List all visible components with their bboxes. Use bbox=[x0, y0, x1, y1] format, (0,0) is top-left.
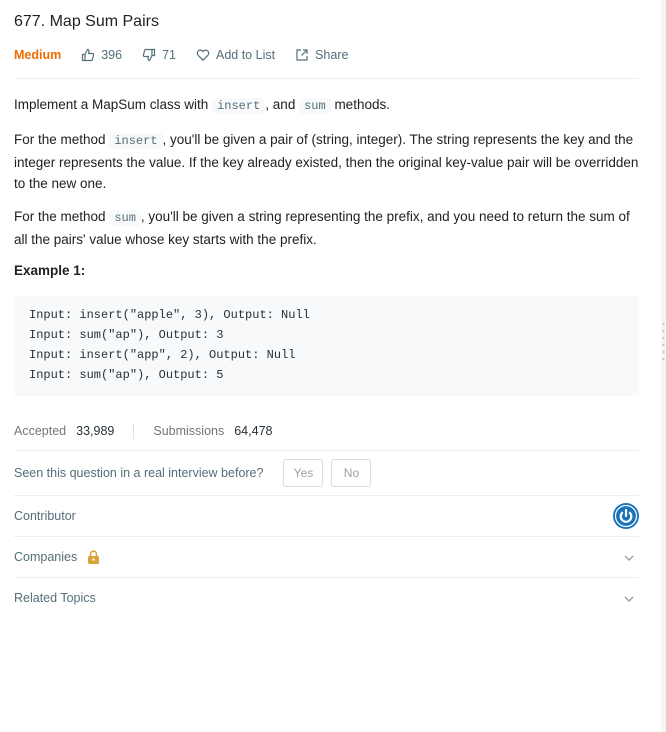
example-line: Input: insert("apple", 3), Output: Null bbox=[29, 308, 310, 322]
contributor-avatar-icon[interactable] bbox=[612, 502, 640, 530]
interview-question: Seen this question in a real interview b… bbox=[14, 466, 264, 480]
inline-code-sum: sum bbox=[299, 98, 331, 114]
interview-divider bbox=[14, 495, 639, 496]
interview-prompt: Seen this question in a real interview b… bbox=[14, 459, 372, 487]
companies-section[interactable]: Companies bbox=[14, 550, 100, 564]
submission-stats: Accepted 33,989 Submissions 64,478 bbox=[14, 422, 272, 440]
submissions-value: 64,478 bbox=[234, 424, 273, 438]
thumbs-up-icon bbox=[82, 48, 95, 62]
like-button[interactable]: 396 bbox=[81, 48, 122, 62]
dislike-count: 71 bbox=[162, 48, 176, 62]
add-to-list-label: Add to List bbox=[216, 48, 276, 62]
difficulty-badge: Medium bbox=[14, 48, 62, 62]
example-line: Input: sum("ap"), Output: 3 bbox=[29, 328, 224, 342]
companies-label: Companies bbox=[14, 550, 78, 564]
problem-meta-bar: Medium 396 71 Add to List Share bbox=[14, 46, 368, 64]
description-text: For the method bbox=[14, 209, 110, 224]
share-label: Share bbox=[315, 48, 349, 62]
stats-separator bbox=[133, 423, 135, 439]
example-line: Input: sum("ap"), Output: 5 bbox=[29, 368, 224, 382]
header-divider bbox=[14, 78, 639, 79]
interview-no-button[interactable]: No bbox=[331, 459, 372, 487]
heart-icon bbox=[196, 49, 210, 62]
related-topics-label: Related Topics bbox=[14, 591, 96, 605]
chevron-down-icon[interactable] bbox=[622, 592, 636, 606]
description-paragraph-3: For the method sum, you'll be given a st… bbox=[14, 206, 639, 250]
description-text: , and bbox=[265, 97, 300, 112]
description-paragraph-1: Implement a MapSum class with insert, an… bbox=[14, 94, 639, 117]
stats-divider bbox=[14, 450, 639, 451]
drag-handle-icon[interactable] bbox=[662, 322, 665, 366]
example-title: Example 1: bbox=[14, 263, 86, 278]
accepted-label: Accepted bbox=[14, 424, 67, 438]
accepted-value: 33,989 bbox=[76, 424, 115, 438]
add-to-list-button[interactable]: Add to List bbox=[196, 48, 275, 62]
interview-yes-button[interactable]: Yes bbox=[283, 459, 324, 487]
description-text: Implement a MapSum class with bbox=[14, 97, 213, 112]
share-button[interactable]: Share bbox=[295, 48, 348, 62]
related-topics-section[interactable]: Related Topics bbox=[14, 591, 96, 605]
dislike-button[interactable]: 71 bbox=[142, 48, 176, 62]
lock-icon bbox=[88, 550, 100, 564]
description-paragraph-2: For the method insert, you'll be given a… bbox=[14, 129, 639, 194]
inline-code-insert: insert bbox=[212, 98, 266, 114]
panel-resize-gutter[interactable] bbox=[661, 0, 666, 732]
problem-title: 677. Map Sum Pairs bbox=[14, 13, 159, 30]
contributor-label: Contributor bbox=[14, 509, 76, 523]
example-code-block: Input: insert("apple", 3), Output: Null … bbox=[14, 296, 639, 396]
contributor-section: Contributor bbox=[14, 509, 76, 523]
companies-divider bbox=[14, 577, 639, 578]
description-text: methods. bbox=[330, 97, 390, 112]
chevron-down-icon[interactable] bbox=[622, 551, 636, 565]
inline-code-sum: sum bbox=[109, 210, 141, 226]
contributor-divider bbox=[14, 536, 639, 537]
submissions-label: Submissions bbox=[153, 424, 225, 438]
share-icon bbox=[296, 49, 308, 61]
example-line: Input: insert("app", 2), Output: Null bbox=[29, 348, 296, 362]
description-text: For the method bbox=[14, 132, 110, 147]
inline-code-insert: insert bbox=[109, 133, 163, 149]
like-count: 396 bbox=[101, 48, 123, 62]
thumbs-down-icon bbox=[142, 48, 156, 62]
